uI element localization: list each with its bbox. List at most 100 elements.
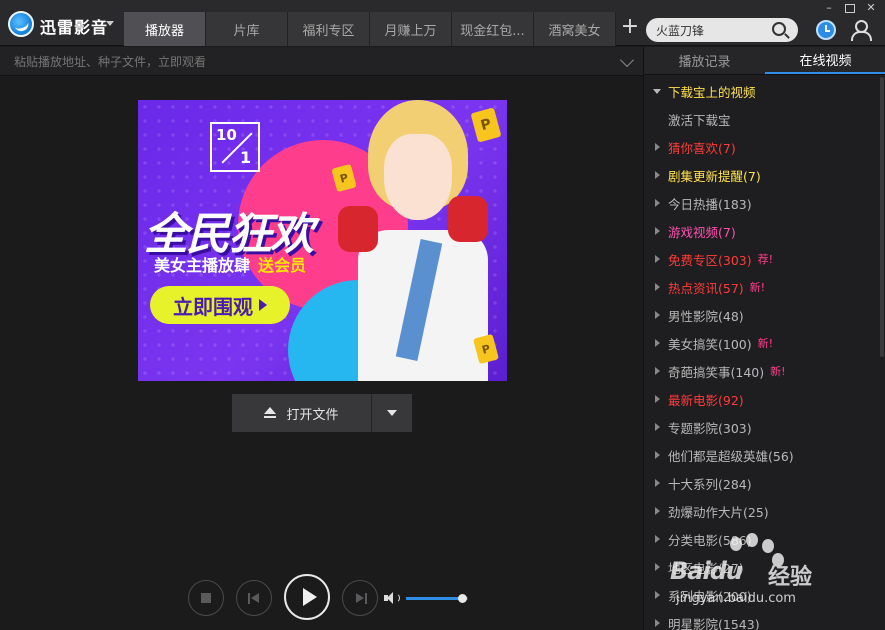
list-item-label: 最新电影(92) <box>668 392 744 408</box>
tab-item[interactable]: 月赚上万 <box>370 12 452 46</box>
list-item-label: 奇葩搞笑事(140) <box>668 364 765 380</box>
list-item-badge: 新! <box>757 337 774 350</box>
list-item-label: 他们都是超级英雄(56) <box>668 448 794 464</box>
list-item-label: 热点资讯(57) <box>668 280 744 296</box>
list-item-label: 激活下载宝 <box>668 112 731 128</box>
list-item[interactable]: 奇葩搞笑事(140) 新! <box>644 357 885 385</box>
open-file-label: 打开文件 <box>286 407 339 423</box>
tab-item[interactable]: 福利专区 <box>288 12 370 46</box>
expand-right-icon[interactable] <box>655 143 660 151</box>
tab-item[interactable]: 片库 <box>206 12 288 46</box>
list-item-label: 游戏视频(7) <box>668 224 736 240</box>
expand-right-icon[interactable] <box>655 479 660 487</box>
right-panel-tab[interactable]: 在线视频 <box>765 47 885 74</box>
title-bar: 迅雷影音 播放器片库福利专区月赚上万现金红包...酒窝美女 + – ✕ <box>0 0 885 46</box>
list-item-label: 系列电影(200) <box>668 588 752 604</box>
add-tab-button[interactable]: + <box>620 16 640 40</box>
expand-down-icon[interactable] <box>653 89 661 94</box>
expand-right-icon[interactable] <box>655 199 660 207</box>
previous-button[interactable] <box>236 580 272 616</box>
list-item[interactable]: 猜你喜欢(7) <box>644 133 885 161</box>
minimize-button[interactable]: – <box>822 2 836 14</box>
online-video-list[interactable]: 下载宝上的视频激活下载宝猜你喜欢(7) 剧集更新提醒(7) 今日热播(183) 游戏视… <box>644 77 885 630</box>
open-file-control: 打开文件 <box>232 394 412 432</box>
list-item[interactable]: 劲爆动作大片(25) <box>644 497 885 525</box>
open-file-button[interactable]: 打开文件 <box>232 394 371 432</box>
volume-slider-fill <box>406 597 462 600</box>
expand-right-icon[interactable] <box>655 423 660 431</box>
list-item[interactable]: 热点资讯(57) 新! <box>644 273 885 301</box>
list-item[interactable]: 他们都是超级英雄(56) <box>644 441 885 469</box>
expand-right-icon[interactable] <box>655 563 660 571</box>
volume-slider-handle[interactable] <box>457 594 467 603</box>
promo-banner[interactable]: 10 1 P P P 全民狂欢 美女主播放肆 送会员 立即围观 <box>138 100 507 381</box>
list-item[interactable]: 专题影院(303) <box>644 413 885 441</box>
app-title[interactable]: 迅雷影音 <box>40 14 108 38</box>
expand-right-icon[interactable] <box>655 255 660 263</box>
player-area[interactable]: 10 1 P P P 全民狂欢 美女主播放肆 送会员 立即围观 打开文件 <box>0 77 643 630</box>
expand-right-icon[interactable] <box>655 619 660 627</box>
user-icon[interactable] <box>850 20 872 41</box>
play-button[interactable] <box>284 574 330 620</box>
right-panel-tabs: 播放记录 在线视频 <box>644 47 885 75</box>
stop-button[interactable] <box>188 580 224 616</box>
address-input[interactable] <box>14 53 594 71</box>
banner-date-bottom: 1 <box>240 148 252 167</box>
banner-date-top: 10 <box>216 126 237 144</box>
expand-right-icon[interactable] <box>655 395 660 403</box>
list-scrollbar[interactable] <box>879 77 885 630</box>
xunlei-logo-icon[interactable] <box>8 11 34 37</box>
maximize-button[interactable] <box>842 2 856 14</box>
list-item[interactable]: 十大系列(284) <box>644 469 885 497</box>
right-panel: 播放记录 在线视频 下载宝上的视频激活下载宝猜你喜欢(7) 剧集更新提醒(7) 今日热… <box>643 47 885 630</box>
expand-right-icon[interactable] <box>655 535 660 543</box>
list-item[interactable]: 美女搞笑(100) 新! <box>644 329 885 357</box>
expand-right-icon[interactable] <box>655 451 660 459</box>
volume-slider[interactable] <box>406 594 468 603</box>
list-item[interactable]: 系列电影(200) <box>644 581 885 609</box>
right-panel-tab[interactable]: 播放记录 <box>644 47 765 74</box>
list-item-label: 剧集更新提醒(7) <box>668 168 761 184</box>
search-box[interactable] <box>646 18 798 42</box>
list-item[interactable]: 剧集更新提醒(7) <box>644 161 885 189</box>
list-item[interactable]: 分类电影(586) <box>644 525 885 553</box>
expand-right-icon[interactable] <box>655 591 660 599</box>
list-item-label: 美女搞笑(100) <box>668 336 752 352</box>
list-item-label: 明星影院(1543) <box>668 616 760 630</box>
banner-subline: 美女主播放肆 送会员 <box>154 252 306 276</box>
chevron-down-icon[interactable] <box>619 52 635 68</box>
expand-right-icon[interactable] <box>655 367 660 375</box>
search-icon[interactable] <box>772 22 786 36</box>
expand-right-icon[interactable] <box>655 283 660 291</box>
list-scrollbar-thumb[interactable] <box>880 77 884 357</box>
list-item[interactable]: 男性影院(48) <box>644 301 885 329</box>
search-input[interactable] <box>656 21 766 39</box>
list-item[interactable]: 激活下载宝 <box>644 105 885 133</box>
tab-item[interactable]: 播放器 <box>124 12 206 46</box>
expand-right-icon[interactable] <box>655 227 660 235</box>
next-button[interactable] <box>342 580 378 616</box>
list-item[interactable]: 地区电影(27) <box>644 553 885 581</box>
list-item-badge: 荐! <box>757 253 774 266</box>
expand-right-icon[interactable] <box>655 171 660 179</box>
list-item[interactable]: 游戏视频(7) <box>644 217 885 245</box>
app-menu-caret-icon[interactable] <box>106 21 114 26</box>
list-item[interactable]: 下载宝上的视频 <box>644 77 885 105</box>
list-item[interactable]: 明星影院(1543) <box>644 609 885 630</box>
list-item-label: 今日热播(183) <box>668 196 752 212</box>
expand-right-icon[interactable] <box>655 507 660 515</box>
banner-cta-button[interactable]: 立即围观 <box>150 286 290 324</box>
tab-item[interactable]: 酒窝美女 <box>534 12 616 46</box>
list-item[interactable]: 免费专区(303) 荐! <box>644 245 885 273</box>
expand-right-icon[interactable] <box>655 311 660 319</box>
list-item-label: 地区电影(27) <box>668 560 744 576</box>
history-clock-icon[interactable] <box>816 20 836 40</box>
model-glove-right <box>448 196 488 242</box>
close-button[interactable]: ✕ <box>864 2 878 14</box>
list-item[interactable]: 最新电影(92) <box>644 385 885 413</box>
expand-right-icon[interactable] <box>655 339 660 347</box>
list-item[interactable]: 今日热播(183) <box>644 189 885 217</box>
tab-item[interactable]: 现金红包... <box>452 12 534 46</box>
banner-subline-text: 美女主播放肆 <box>154 256 251 275</box>
open-file-dropdown-button[interactable] <box>372 394 412 432</box>
